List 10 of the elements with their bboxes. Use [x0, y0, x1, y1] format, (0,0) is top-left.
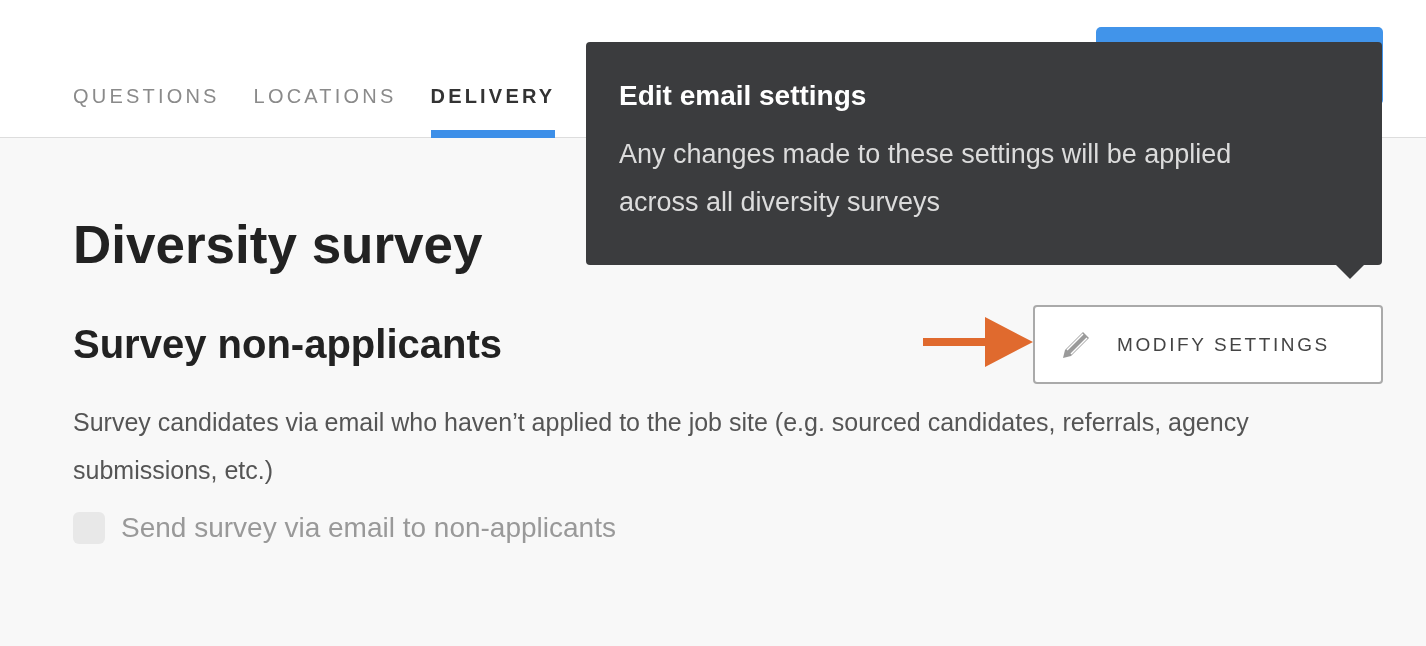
checkbox-label: Send survey via email to non-applicants [121, 512, 616, 544]
tooltip-title: Edit email settings [619, 80, 868, 112]
modify-settings-button[interactable]: MODIFY SETTINGS [1033, 305, 1383, 384]
annotation-arrow-icon [923, 317, 1033, 367]
pencil-icon [1061, 329, 1091, 360]
description: Survey candidates via email who haven’t applied to the job site (e.g. sourced candidates, referrals, agency submissions, etc.) [73, 407, 1250, 486]
section-title: Survey non-applicants [73, 322, 502, 367]
tab[interactable]: DELIVERY [430, 85, 556, 138]
tooltip-text: Any changes made to these settings will be applied across all diversity surveys [619, 138, 1233, 219]
page-title: Diversity survey [73, 214, 483, 276]
